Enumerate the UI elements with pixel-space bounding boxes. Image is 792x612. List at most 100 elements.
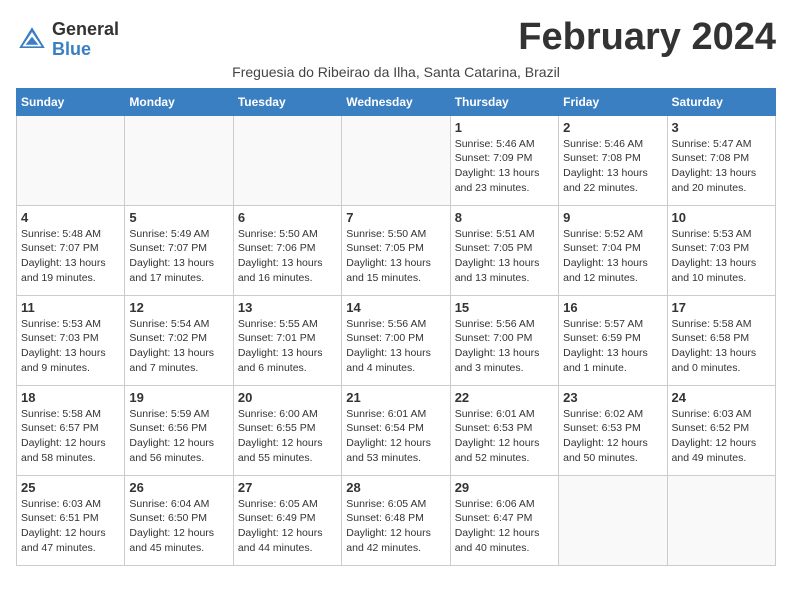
day-info: Sunrise: 5:58 AM Sunset: 6:58 PM Dayligh… bbox=[672, 317, 771, 376]
empty-cell bbox=[559, 475, 667, 565]
day-info: Sunrise: 5:47 AM Sunset: 7:08 PM Dayligh… bbox=[672, 137, 771, 196]
day-number: 9 bbox=[563, 210, 662, 225]
empty-cell bbox=[342, 115, 450, 205]
day-info: Sunrise: 6:05 AM Sunset: 6:48 PM Dayligh… bbox=[346, 497, 445, 556]
day-info: Sunrise: 6:02 AM Sunset: 6:53 PM Dayligh… bbox=[563, 407, 662, 466]
day-info: Sunrise: 5:56 AM Sunset: 7:00 PM Dayligh… bbox=[455, 317, 554, 376]
day-cell-24: 24Sunrise: 6:03 AM Sunset: 6:52 PM Dayli… bbox=[667, 385, 775, 475]
day-number: 15 bbox=[455, 300, 554, 315]
week-row-4: 18 Sunrise: 5:58 AM Sunset: 6:57 PM Dayli… bbox=[17, 385, 776, 475]
day-number: 11 bbox=[21, 300, 120, 315]
day-number: 5 bbox=[129, 210, 228, 225]
day-info: Sunrise: 5:58 AM Sunset: 6:57 PM Dayligh… bbox=[21, 407, 120, 466]
day-number: 26 bbox=[129, 480, 228, 495]
day-cell-21: 21Sunrise: 6:01 AM Sunset: 6:54 PM Dayli… bbox=[342, 385, 450, 475]
day-info: Sunrise: 6:01 AM Sunset: 6:54 PM Dayligh… bbox=[346, 407, 445, 466]
day-info: Sunrise: 6:00 AM Sunset: 6:55 PM Dayligh… bbox=[238, 407, 337, 466]
day-cell-22: 22 Sunrise: 6:01 AM Sunset: 6:53 PM Dayli… bbox=[450, 385, 558, 475]
day-number: 29 bbox=[455, 480, 554, 495]
day-number: 19 bbox=[129, 390, 228, 405]
empty-cell bbox=[125, 115, 233, 205]
day-cell-3: 3 Sunrise: 5:47 AM Sunset: 7:08 PM Daylig… bbox=[667, 115, 775, 205]
day-cell-14: 14 Sunrise: 5:56 AM Sunset: 7:00 PM Dayli… bbox=[342, 295, 450, 385]
day-info: Sunrise: 5:56 AM Sunset: 7:00 PM Dayligh… bbox=[346, 317, 445, 376]
day-number: 7 bbox=[346, 210, 445, 225]
day-cell-2: 2 Sunrise: 5:46 AM Sunset: 7:08 PM Daylig… bbox=[559, 115, 667, 205]
day-number: 1 bbox=[455, 120, 554, 135]
logo-blue-text: Blue bbox=[52, 40, 119, 60]
weekday-header-friday: Friday bbox=[559, 88, 667, 115]
week-row-1: 1 Sunrise: 5:46 AM Sunset: 7:09 PM Daylig… bbox=[17, 115, 776, 205]
day-cell-28: 28 Sunrise: 6:05 AM Sunset: 6:48 PM Dayli… bbox=[342, 475, 450, 565]
day-cell-7: 7 Sunrise: 5:50 AM Sunset: 7:05 PM Daylig… bbox=[342, 205, 450, 295]
day-number: 13 bbox=[238, 300, 337, 315]
weekday-header-row: SundayMondayTuesdayWednesdayThursdayFrid… bbox=[17, 88, 776, 115]
day-info: Sunrise: 6:03 AM Sunset: 6:51 PM Dayligh… bbox=[21, 497, 120, 556]
logo-icon bbox=[16, 24, 48, 56]
day-number: 17 bbox=[672, 300, 771, 315]
day-info: Sunrise: 5:46 AM Sunset: 7:09 PM Dayligh… bbox=[455, 137, 554, 196]
week-row-5: 25 Sunrise: 6:03 AM Sunset: 6:51 PM Dayli… bbox=[17, 475, 776, 565]
logo: General Blue bbox=[16, 20, 119, 60]
weekday-header-sunday: Sunday bbox=[17, 88, 125, 115]
day-number: 3 bbox=[672, 120, 771, 135]
weekday-header-monday: Monday bbox=[125, 88, 233, 115]
day-info: Sunrise: 6:06 AM Sunset: 6:47 PM Dayligh… bbox=[455, 497, 554, 556]
day-info: Sunrise: 5:59 AM Sunset: 6:56 PM Dayligh… bbox=[129, 407, 228, 466]
day-number: 20 bbox=[238, 390, 337, 405]
day-cell-17: 17 Sunrise: 5:58 AM Sunset: 6:58 PM Dayli… bbox=[667, 295, 775, 385]
header: General Blue February 2024 bbox=[16, 16, 776, 60]
day-info: Sunrise: 6:01 AM Sunset: 6:53 PM Dayligh… bbox=[455, 407, 554, 466]
logo-text: General Blue bbox=[52, 20, 119, 60]
day-cell-27: 27 Sunrise: 6:05 AM Sunset: 6:49 PM Dayli… bbox=[233, 475, 341, 565]
subtitle: Freguesia do Ribeirao da Ilha, Santa Cat… bbox=[16, 64, 776, 80]
day-cell-9: 9 Sunrise: 5:52 AM Sunset: 7:04 PM Daylig… bbox=[559, 205, 667, 295]
day-info: Sunrise: 5:53 AM Sunset: 7:03 PM Dayligh… bbox=[672, 227, 771, 286]
month-title: February 2024 bbox=[518, 16, 776, 59]
calendar-table: SundayMondayTuesdayWednesdayThursdayFrid… bbox=[16, 88, 776, 566]
day-cell-13: 13 Sunrise: 5:55 AM Sunset: 7:01 PM Dayli… bbox=[233, 295, 341, 385]
day-info: Sunrise: 6:04 AM Sunset: 6:50 PM Dayligh… bbox=[129, 497, 228, 556]
day-cell-15: 15 Sunrise: 5:56 AM Sunset: 7:00 PM Dayli… bbox=[450, 295, 558, 385]
day-cell-5: 5 Sunrise: 5:49 AM Sunset: 7:07 PM Daylig… bbox=[125, 205, 233, 295]
day-number: 18 bbox=[21, 390, 120, 405]
day-number: 8 bbox=[455, 210, 554, 225]
day-cell-1: 1 Sunrise: 5:46 AM Sunset: 7:09 PM Daylig… bbox=[450, 115, 558, 205]
day-number: 25 bbox=[21, 480, 120, 495]
day-cell-6: 6 Sunrise: 5:50 AM Sunset: 7:06 PM Daylig… bbox=[233, 205, 341, 295]
day-cell-23: 23Sunrise: 6:02 AM Sunset: 6:53 PM Dayli… bbox=[559, 385, 667, 475]
day-cell-19: 19 Sunrise: 5:59 AM Sunset: 6:56 PM Dayli… bbox=[125, 385, 233, 475]
day-info: Sunrise: 5:54 AM Sunset: 7:02 PM Dayligh… bbox=[129, 317, 228, 376]
day-info: Sunrise: 5:50 AM Sunset: 7:06 PM Dayligh… bbox=[238, 227, 337, 286]
day-number: 28 bbox=[346, 480, 445, 495]
day-number: 27 bbox=[238, 480, 337, 495]
day-info: Sunrise: 5:55 AM Sunset: 7:01 PM Dayligh… bbox=[238, 317, 337, 376]
day-info: Sunrise: 5:46 AM Sunset: 7:08 PM Dayligh… bbox=[563, 137, 662, 196]
day-number: 4 bbox=[21, 210, 120, 225]
day-info: Sunrise: 5:53 AM Sunset: 7:03 PM Dayligh… bbox=[21, 317, 120, 376]
logo-general-text: General bbox=[52, 20, 119, 40]
day-cell-10: 10 Sunrise: 5:53 AM Sunset: 7:03 PM Dayli… bbox=[667, 205, 775, 295]
day-cell-18: 18 Sunrise: 5:58 AM Sunset: 6:57 PM Dayli… bbox=[17, 385, 125, 475]
day-cell-26: 26 Sunrise: 6:04 AM Sunset: 6:50 PM Dayli… bbox=[125, 475, 233, 565]
day-number: 10 bbox=[672, 210, 771, 225]
day-cell-25: 25 Sunrise: 6:03 AM Sunset: 6:51 PM Dayli… bbox=[17, 475, 125, 565]
day-cell-12: 12 Sunrise: 5:54 AM Sunset: 7:02 PM Dayli… bbox=[125, 295, 233, 385]
day-number: 14 bbox=[346, 300, 445, 315]
day-number: 24 bbox=[672, 390, 771, 405]
day-info: Sunrise: 5:51 AM Sunset: 7:05 PM Dayligh… bbox=[455, 227, 554, 286]
day-info: Sunrise: 5:49 AM Sunset: 7:07 PM Dayligh… bbox=[129, 227, 228, 286]
day-cell-16: 16Sunrise: 5:57 AM Sunset: 6:59 PM Dayli… bbox=[559, 295, 667, 385]
day-number: 12 bbox=[129, 300, 228, 315]
day-number: 2 bbox=[563, 120, 662, 135]
weekday-header-thursday: Thursday bbox=[450, 88, 558, 115]
week-row-3: 11 Sunrise: 5:53 AM Sunset: 7:03 PM Dayli… bbox=[17, 295, 776, 385]
day-info: Sunrise: 5:52 AM Sunset: 7:04 PM Dayligh… bbox=[563, 227, 662, 286]
day-cell-8: 8 Sunrise: 5:51 AM Sunset: 7:05 PM Daylig… bbox=[450, 205, 558, 295]
day-info: Sunrise: 5:50 AM Sunset: 7:05 PM Dayligh… bbox=[346, 227, 445, 286]
day-number: 16 bbox=[563, 300, 662, 315]
day-number: 22 bbox=[455, 390, 554, 405]
day-number: 6 bbox=[238, 210, 337, 225]
day-info: Sunrise: 6:05 AM Sunset: 6:49 PM Dayligh… bbox=[238, 497, 337, 556]
day-cell-4: 4Sunrise: 5:48 AM Sunset: 7:07 PM Daylig… bbox=[17, 205, 125, 295]
